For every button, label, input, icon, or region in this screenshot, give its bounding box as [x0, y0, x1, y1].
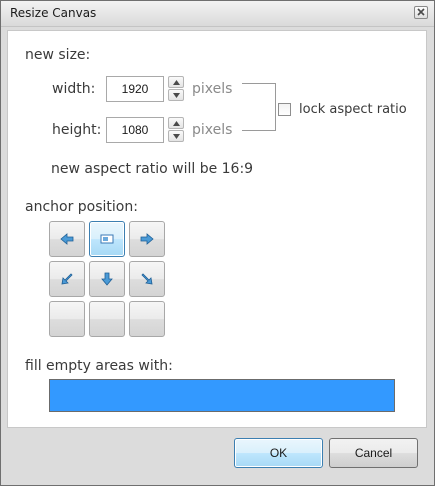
chevron-up-icon	[173, 121, 180, 126]
anchor-middle-right-button[interactable]	[129, 261, 165, 297]
chevron-up-icon	[173, 80, 180, 85]
resize-canvas-dialog: Resize Canvas new size: width: 1920 pixe…	[0, 0, 435, 486]
width-input[interactable]: 1920	[106, 76, 164, 102]
arrow-down-icon	[101, 272, 113, 286]
aspect-link-bracket	[242, 83, 276, 131]
cancel-button[interactable]: Cancel	[329, 438, 418, 468]
height-decrement-button[interactable]	[168, 130, 184, 142]
lock-aspect-ratio-checkbox[interactable]	[278, 103, 291, 116]
close-icon	[417, 8, 425, 16]
width-label: width:	[52, 81, 96, 97]
chevron-down-icon	[173, 134, 180, 139]
height-spinner	[168, 117, 186, 143]
height-increment-button[interactable]	[168, 117, 184, 129]
arrow-down-left-icon	[61, 273, 73, 285]
anchor-middle-left-button[interactable]	[49, 261, 85, 297]
image-icon	[100, 234, 114, 244]
chevron-down-icon	[173, 93, 180, 98]
fill-heading: fill empty areas with:	[25, 358, 173, 374]
window-title: Resize Canvas	[10, 6, 97, 20]
anchor-top-right-button[interactable]	[129, 221, 165, 257]
width-increment-button[interactable]	[168, 76, 184, 88]
height-input[interactable]: 1080	[106, 117, 164, 143]
height-label: height:	[52, 122, 102, 138]
anchor-bottom-center-button[interactable]	[89, 301, 125, 337]
close-button[interactable]	[414, 6, 428, 19]
width-unit-label: pixels	[192, 81, 233, 97]
height-unit-label: pixels	[192, 122, 233, 138]
anchor-middle-center-button[interactable]	[89, 261, 125, 297]
aspect-ratio-text: new aspect ratio will be 16:9	[51, 161, 254, 177]
ok-button[interactable]: OK	[234, 438, 323, 468]
anchor-position-heading: anchor position:	[25, 199, 138, 215]
anchor-bottom-left-button[interactable]	[49, 301, 85, 337]
width-spinner	[168, 76, 186, 102]
dialog-content: new size: width: 1920 pixels height: 108…	[7, 30, 427, 428]
anchor-top-center-button[interactable]	[89, 221, 125, 257]
title-bar: Resize Canvas	[1, 1, 434, 27]
anchor-top-left-button[interactable]	[49, 221, 85, 257]
arrow-left-icon	[60, 233, 74, 245]
lock-aspect-ratio-label[interactable]: lock aspect ratio	[299, 102, 407, 117]
new-size-heading: new size:	[25, 47, 91, 63]
arrow-down-right-icon	[141, 273, 153, 285]
anchor-bottom-right-button[interactable]	[129, 301, 165, 337]
width-decrement-button[interactable]	[168, 89, 184, 101]
fill-color-swatch[interactable]	[49, 379, 395, 412]
arrow-right-icon	[140, 233, 154, 245]
